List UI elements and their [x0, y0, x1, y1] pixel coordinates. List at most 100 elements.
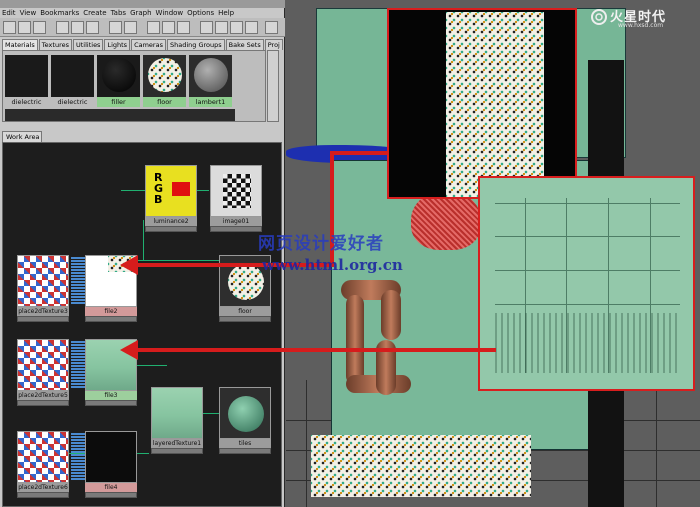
rgb-icon: RGB — [145, 165, 197, 217]
grid-line — [306, 380, 307, 507]
callout-arrow-icon — [120, 340, 138, 360]
logo-url: www.hxsd.com — [618, 22, 664, 29]
node-dark-file[interactable]: file4 — [85, 431, 137, 498]
tab-projects[interactable]: Proj — [264, 39, 283, 50]
toolbar-button[interactable] — [56, 21, 69, 34]
menu-graph[interactable]: Graph — [130, 8, 151, 18]
menu-bookmarks[interactable]: Bookmarks — [40, 8, 79, 18]
tab-cameras[interactable]: Cameras — [131, 39, 166, 50]
material-swatch[interactable]: dielectric — [51, 55, 94, 107]
node-expand-arrow[interactable] — [17, 492, 69, 498]
toolbar-button[interactable] — [86, 21, 99, 34]
node-label: tiles — [219, 439, 271, 448]
swatch-preview — [51, 55, 94, 97]
material-swatch[interactable]: dielectric — [5, 55, 48, 107]
node-expand-arrow[interactable] — [17, 400, 69, 406]
hxsd-logo: 火星时代 www.hxsd.com — [588, 4, 698, 34]
swatch-preview — [5, 55, 48, 97]
node-expand-arrow[interactable] — [151, 448, 203, 454]
node-luminance[interactable]: RGB luminance2 — [145, 165, 197, 232]
scene-red-mesh — [411, 190, 481, 250]
toolbar-button[interactable] — [147, 21, 160, 34]
node-label: place2dTexture5 — [17, 391, 69, 400]
node-expand-arrow[interactable] — [219, 316, 271, 322]
toolbar-button[interactable] — [265, 21, 278, 34]
node-layered-texture[interactable]: layeredTexture1 — [151, 387, 203, 454]
node-place2d-texture[interactable]: place2dTexture3 — [17, 255, 69, 322]
node-expand-arrow[interactable] — [145, 226, 197, 232]
toolbar-button[interactable] — [215, 21, 228, 34]
connection-line — [143, 220, 144, 260]
grid-line — [495, 270, 680, 271]
node-expand-arrow[interactable] — [17, 316, 69, 322]
node-expand-arrow[interactable] — [85, 400, 137, 406]
node-expand-arrow[interactable] — [219, 448, 271, 454]
toolbar-button[interactable] — [3, 21, 16, 34]
toolbar-button[interactable] — [245, 21, 258, 34]
node-label: floor — [219, 307, 271, 316]
node-label: file4 — [85, 483, 137, 492]
node-label: place2dTexture3 — [17, 307, 69, 316]
tab-utilities[interactable]: Utilities — [72, 39, 104, 50]
menu-view[interactable]: View — [20, 8, 37, 18]
grid-line — [495, 203, 680, 204]
menu-create[interactable]: Create — [83, 8, 106, 18]
tab-textures[interactable]: Textures — [38, 39, 72, 50]
tile-texture-closeup — [446, 12, 544, 197]
tab-materials[interactable]: Materials — [2, 39, 38, 50]
toolbar — [0, 18, 285, 37]
connection-bundle — [71, 257, 85, 305]
node-label: place2dTexture6 — [17, 483, 69, 492]
toolbar-button[interactable] — [109, 21, 122, 34]
dark-texture-preview — [85, 431, 137, 483]
swatch-preview — [97, 55, 140, 97]
grid-line — [495, 304, 680, 305]
node-place2d-texture[interactable]: place2dTexture6 — [17, 431, 69, 498]
menu-tabs[interactable]: Tabs — [111, 8, 127, 18]
material-sphere-preview — [219, 387, 271, 439]
title-strip — [0, 0, 285, 8]
tab-work-area[interactable]: Work Area — [2, 131, 42, 142]
menu-edit[interactable]: Edit — [2, 8, 16, 18]
swatch-row-second — [5, 109, 235, 121]
menu-window[interactable]: Window — [156, 8, 184, 18]
zoom-panel-tile-texture — [387, 8, 577, 199]
toolbar-button[interactable] — [230, 21, 243, 34]
watermark-text: 网页设计爱好者 — [258, 234, 384, 254]
grid-line — [656, 380, 657, 507]
toolbar-button[interactable] — [177, 21, 190, 34]
material-swatch[interactable]: filler — [97, 55, 140, 107]
material-swatch-area: dielectric dielectric filler floor lambe… — [2, 50, 266, 122]
menu-help[interactable]: Help — [218, 8, 234, 18]
toolbar-button[interactable] — [124, 21, 137, 34]
swatch-scrollbar[interactable] — [267, 50, 279, 122]
connection-bundle — [71, 433, 85, 481]
node-image-file[interactable]: image01 — [210, 165, 262, 232]
node-expand-arrow[interactable] — [210, 226, 262, 232]
tab-bake-sets[interactable]: Bake Sets — [225, 39, 264, 50]
toolbar-button[interactable] — [200, 21, 213, 34]
callout-line — [136, 348, 496, 352]
material-swatch[interactable]: lambert1 — [189, 55, 232, 107]
node-expand-arrow[interactable] — [85, 316, 137, 322]
toolbar-button[interactable] — [162, 21, 175, 34]
toolbar-button[interactable] — [71, 21, 84, 34]
toolbar-button[interactable] — [18, 21, 31, 34]
work-area-graph[interactable]: RGB luminance2 image01 place2dTexture3 f… — [2, 142, 282, 507]
tab-shading-groups[interactable]: Shading Groups — [166, 39, 225, 50]
node-place2d-texture[interactable]: place2dTexture5 — [17, 339, 69, 406]
swatch-preview — [189, 55, 232, 97]
node-expand-arrow[interactable] — [85, 492, 137, 498]
menu-options[interactable]: Options — [187, 8, 214, 18]
node-tiles-material[interactable]: tiles — [219, 387, 271, 454]
swatch-label: filler — [97, 97, 140, 107]
swatch-label: floor — [143, 97, 186, 107]
layered-texture-preview — [151, 387, 203, 439]
connection-line — [137, 365, 167, 366]
material-swatch[interactable]: floor — [143, 55, 186, 107]
swatch-preview — [143, 55, 186, 97]
tab-lights[interactable]: Lights — [104, 39, 131, 50]
toolbar-button[interactable] — [33, 21, 46, 34]
swatch-label: dielectric — [11, 98, 42, 106]
watermark-url: www.html.org.cn — [262, 256, 403, 274]
